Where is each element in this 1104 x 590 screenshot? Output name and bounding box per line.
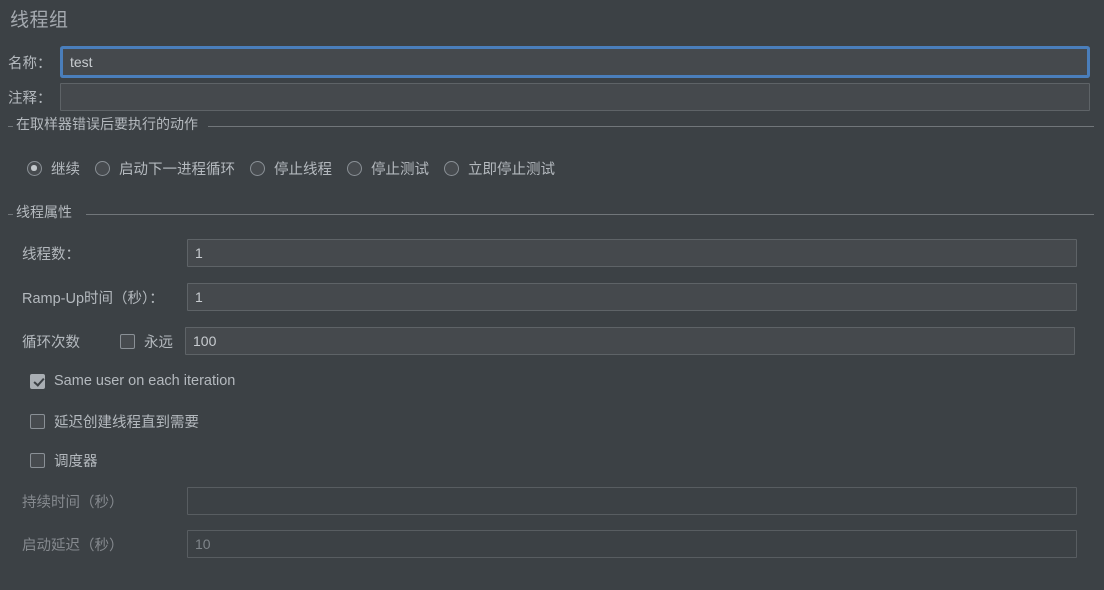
radio-mark-icon <box>444 161 459 176</box>
same-user-checkbox[interactable]: Same user on each iteration <box>30 373 235 389</box>
startup-delay-label: 启动延迟（秒） <box>22 537 124 554</box>
group-line-right <box>86 214 1094 215</box>
radio-label: 停止测试 <box>371 162 429 178</box>
radio-stop-test[interactable]: 停止测试 <box>347 158 429 179</box>
same-user-label: Same user on each iteration <box>54 373 236 389</box>
radio-stop-thread[interactable]: 停止线程 <box>250 158 332 179</box>
radio-label: 继续 <box>51 162 80 178</box>
num-threads-row: 线程数： <box>22 239 1077 267</box>
checkbox-mark-icon <box>30 414 45 429</box>
thread-properties-group-header: 线程属性 <box>8 204 1094 222</box>
radio-label: 立即停止测试 <box>468 162 555 178</box>
error-action-group-header: 在取样器错误后要执行的动作 <box>8 116 1094 134</box>
name-label: 名称： <box>8 55 52 72</box>
radio-label: 启动下一进程循环 <box>119 162 235 178</box>
radio-mark-icon <box>250 161 265 176</box>
ramp-up-label: Ramp-Up时间（秒）： <box>22 290 164 307</box>
group-line-left <box>8 126 13 127</box>
startup-delay-row: 启动延迟（秒） <box>22 530 1077 558</box>
num-threads-input[interactable] <box>187 239 1077 267</box>
comment-input[interactable] <box>60 83 1090 111</box>
comment-field-row: 注释： <box>8 83 1094 111</box>
ramp-up-row: Ramp-Up时间（秒）： <box>22 283 1077 311</box>
checkbox-mark-icon <box>30 373 45 389</box>
delay-thread-creation-checkbox[interactable]: 延迟创建线程直到需要 <box>30 411 199 432</box>
loop-forever-checkbox[interactable]: 永远 <box>120 331 173 352</box>
page-title: 线程组 <box>10 10 69 31</box>
error-action-groupbox: 在取样器错误后要执行的动作 <box>8 116 1094 134</box>
duration-row: 持续时间（秒） <box>22 487 1077 515</box>
loop-count-label: 循环次数 <box>22 334 80 351</box>
radio-label: 停止线程 <box>274 162 332 178</box>
loop-forever-label: 永远 <box>144 334 173 351</box>
error-action-group-title: 在取样器错误后要执行的动作 <box>16 116 198 132</box>
ramp-up-input[interactable] <box>187 283 1077 311</box>
scheduler-label: 调度器 <box>54 454 98 470</box>
duration-label: 持续时间（秒） <box>22 494 124 511</box>
radio-stop-test-now[interactable]: 立即停止测试 <box>444 158 555 179</box>
comment-label: 注释： <box>8 90 52 107</box>
radio-mark-icon <box>27 161 42 176</box>
checkbox-mark-icon <box>120 333 135 349</box>
radio-start-next-loop[interactable]: 启动下一进程循环 <box>95 158 235 179</box>
radio-mark-icon <box>95 161 110 176</box>
loop-count-input[interactable] <box>185 327 1075 355</box>
delay-thread-creation-label: 延迟创建线程直到需要 <box>54 415 199 431</box>
duration-input[interactable] <box>187 487 1077 515</box>
startup-delay-input[interactable] <box>187 530 1077 558</box>
scheduler-checkbox[interactable]: 调度器 <box>30 450 98 471</box>
name-input[interactable] <box>62 48 1088 76</box>
thread-properties-groupbox: 线程属性 <box>8 204 1094 222</box>
thread-properties-group-title: 线程属性 <box>16 204 72 220</box>
loop-count-row: 循环次数 永远 <box>22 327 1075 355</box>
error-action-radio-group: 继续 启动下一进程循环 停止线程 停止测试 立即停止测试 <box>27 158 570 179</box>
num-threads-label: 线程数： <box>22 246 80 263</box>
radio-continue[interactable]: 继续 <box>27 158 80 179</box>
group-line-left <box>8 214 13 215</box>
name-field-row: 名称： <box>8 48 1094 76</box>
thread-group-panel: 线程组 名称： 注释： 在取样器错误后要执行的动作 继续 启动下一进程循环 停止… <box>0 0 1104 590</box>
group-line-right <box>208 126 1094 127</box>
checkbox-mark-icon <box>30 453 45 468</box>
radio-mark-icon <box>347 161 362 176</box>
